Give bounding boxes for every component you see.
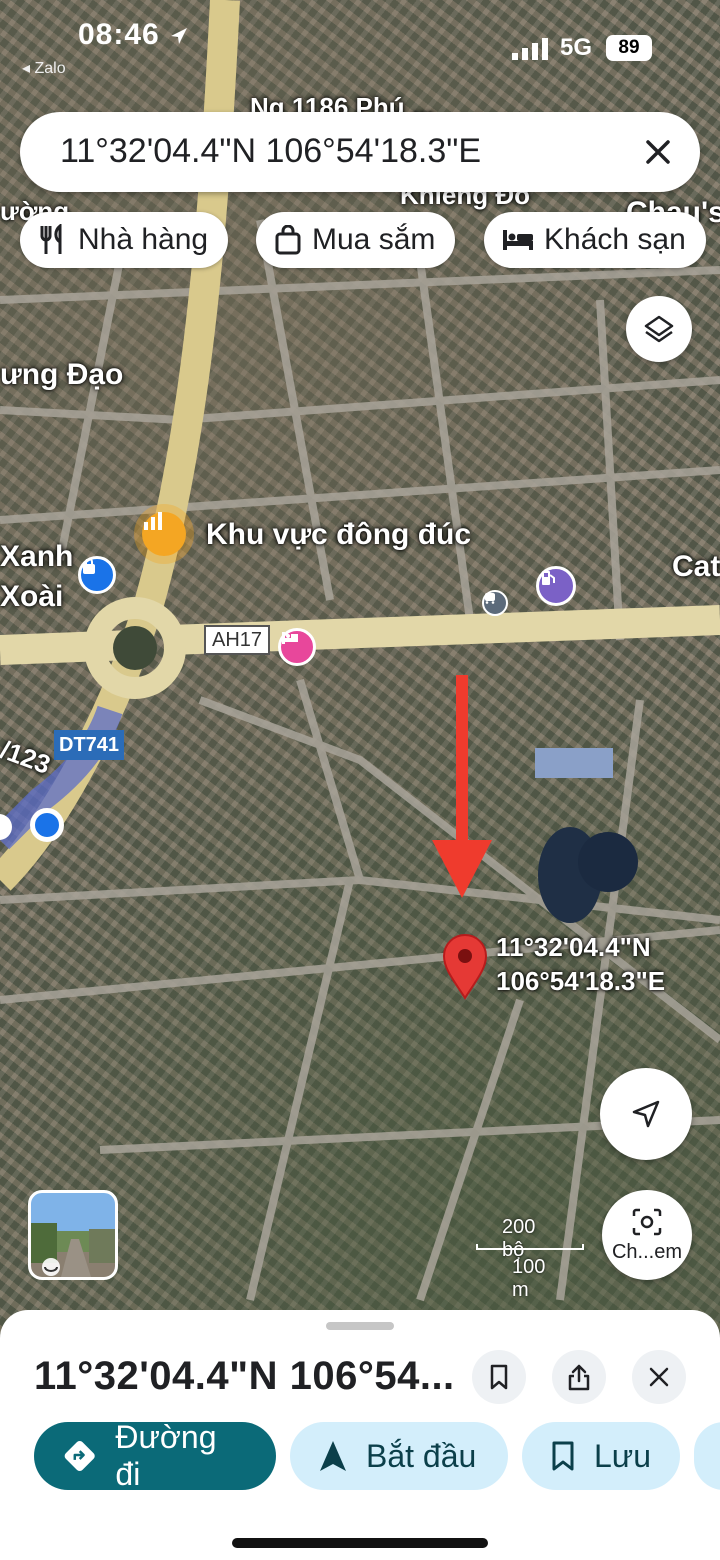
navigation-arrow-icon	[632, 1100, 660, 1128]
share-icon	[568, 1364, 590, 1391]
location-arrow-icon	[171, 28, 188, 45]
chip-restaurants[interactable]: Nhà hàng	[20, 212, 229, 268]
sheet-drag-handle[interactable]	[326, 1322, 394, 1330]
scale-bar	[476, 1244, 584, 1250]
start-navigation-button[interactable]: Bắt đầu	[290, 1422, 508, 1490]
back-to-app-link[interactable]: ◂ Zalo	[22, 58, 66, 78]
pin-latitude: 11°32'04.4"N	[496, 932, 651, 962]
save-button[interactable]: Lưu	[522, 1422, 680, 1490]
street-view-image	[31, 1223, 115, 1277]
scale-meters: 100 m	[512, 1256, 546, 1301]
pin-longitude: 106°54'18.3"E	[496, 966, 666, 996]
more-actions-button[interactable]	[694, 1422, 720, 1490]
layers-button[interactable]	[626, 296, 692, 362]
lens-button-label: Ch...em	[611, 1240, 683, 1263]
start-label: Bắt đầu	[366, 1437, 477, 1474]
save-bookmark-icon	[552, 1441, 574, 1471]
lens-search-button[interactable]: Ch...em	[602, 1190, 692, 1280]
camera-lens-icon	[632, 1208, 662, 1235]
directions-label: Đường đi	[115, 1419, 217, 1492]
close-icon	[649, 1367, 669, 1387]
close-sheet-button[interactable]	[632, 1350, 686, 1404]
directions-icon	[64, 1440, 95, 1472]
home-indicator	[232, 1538, 488, 1548]
hotel-bed-icon	[503, 230, 533, 250]
chip-restaurants-label: Nhà hàng	[78, 223, 209, 256]
save-label: Lưu	[594, 1437, 652, 1474]
chip-hotels[interactable]: Khách sạn	[484, 212, 706, 268]
status-time-text: 08:46	[78, 18, 160, 51]
close-search-icon[interactable]	[636, 130, 680, 174]
street-view-thumbnail[interactable]	[28, 1190, 118, 1280]
share-button[interactable]	[552, 1350, 606, 1404]
network-type: 5G	[560, 34, 593, 61]
bookmark-icon	[490, 1364, 508, 1390]
restaurant-icon	[40, 224, 62, 254]
chip-shopping-label: Mua sắm	[312, 223, 436, 256]
directions-button[interactable]: Đường đi	[34, 1419, 276, 1492]
place-title: 11°32'04.4"N 106°54...	[34, 1354, 455, 1398]
search-query[interactable]: 11°32'04.4"N 106°54'18.3"E	[60, 132, 481, 171]
pin-coordinates-label: 11°32'04.4"N 106°54'18.3"E	[496, 930, 665, 998]
chip-shopping[interactable]: Mua sắm	[256, 212, 456, 268]
chip-hotels-label: Khách sạn	[544, 223, 686, 256]
status-bar: 08:46 ◂ Zalo 5G 89	[0, 0, 720, 80]
shopping-bag-icon	[275, 225, 301, 255]
cellular-signal-icon	[512, 38, 548, 60]
bookmark-button[interactable]	[472, 1350, 526, 1404]
navigation-start-icon	[320, 1441, 346, 1471]
my-location-button[interactable]	[600, 1068, 692, 1160]
status-time: 08:46	[78, 18, 189, 52]
place-bottom-sheet[interactable]: 11°32'04.4"N 106°54... Đường đi Bắt đầu	[0, 1310, 720, 1560]
search-bar[interactable]: 11°32'04.4"N 106°54'18.3"E	[20, 112, 700, 192]
battery-icon: 89	[606, 35, 652, 61]
layers-icon	[644, 315, 674, 343]
